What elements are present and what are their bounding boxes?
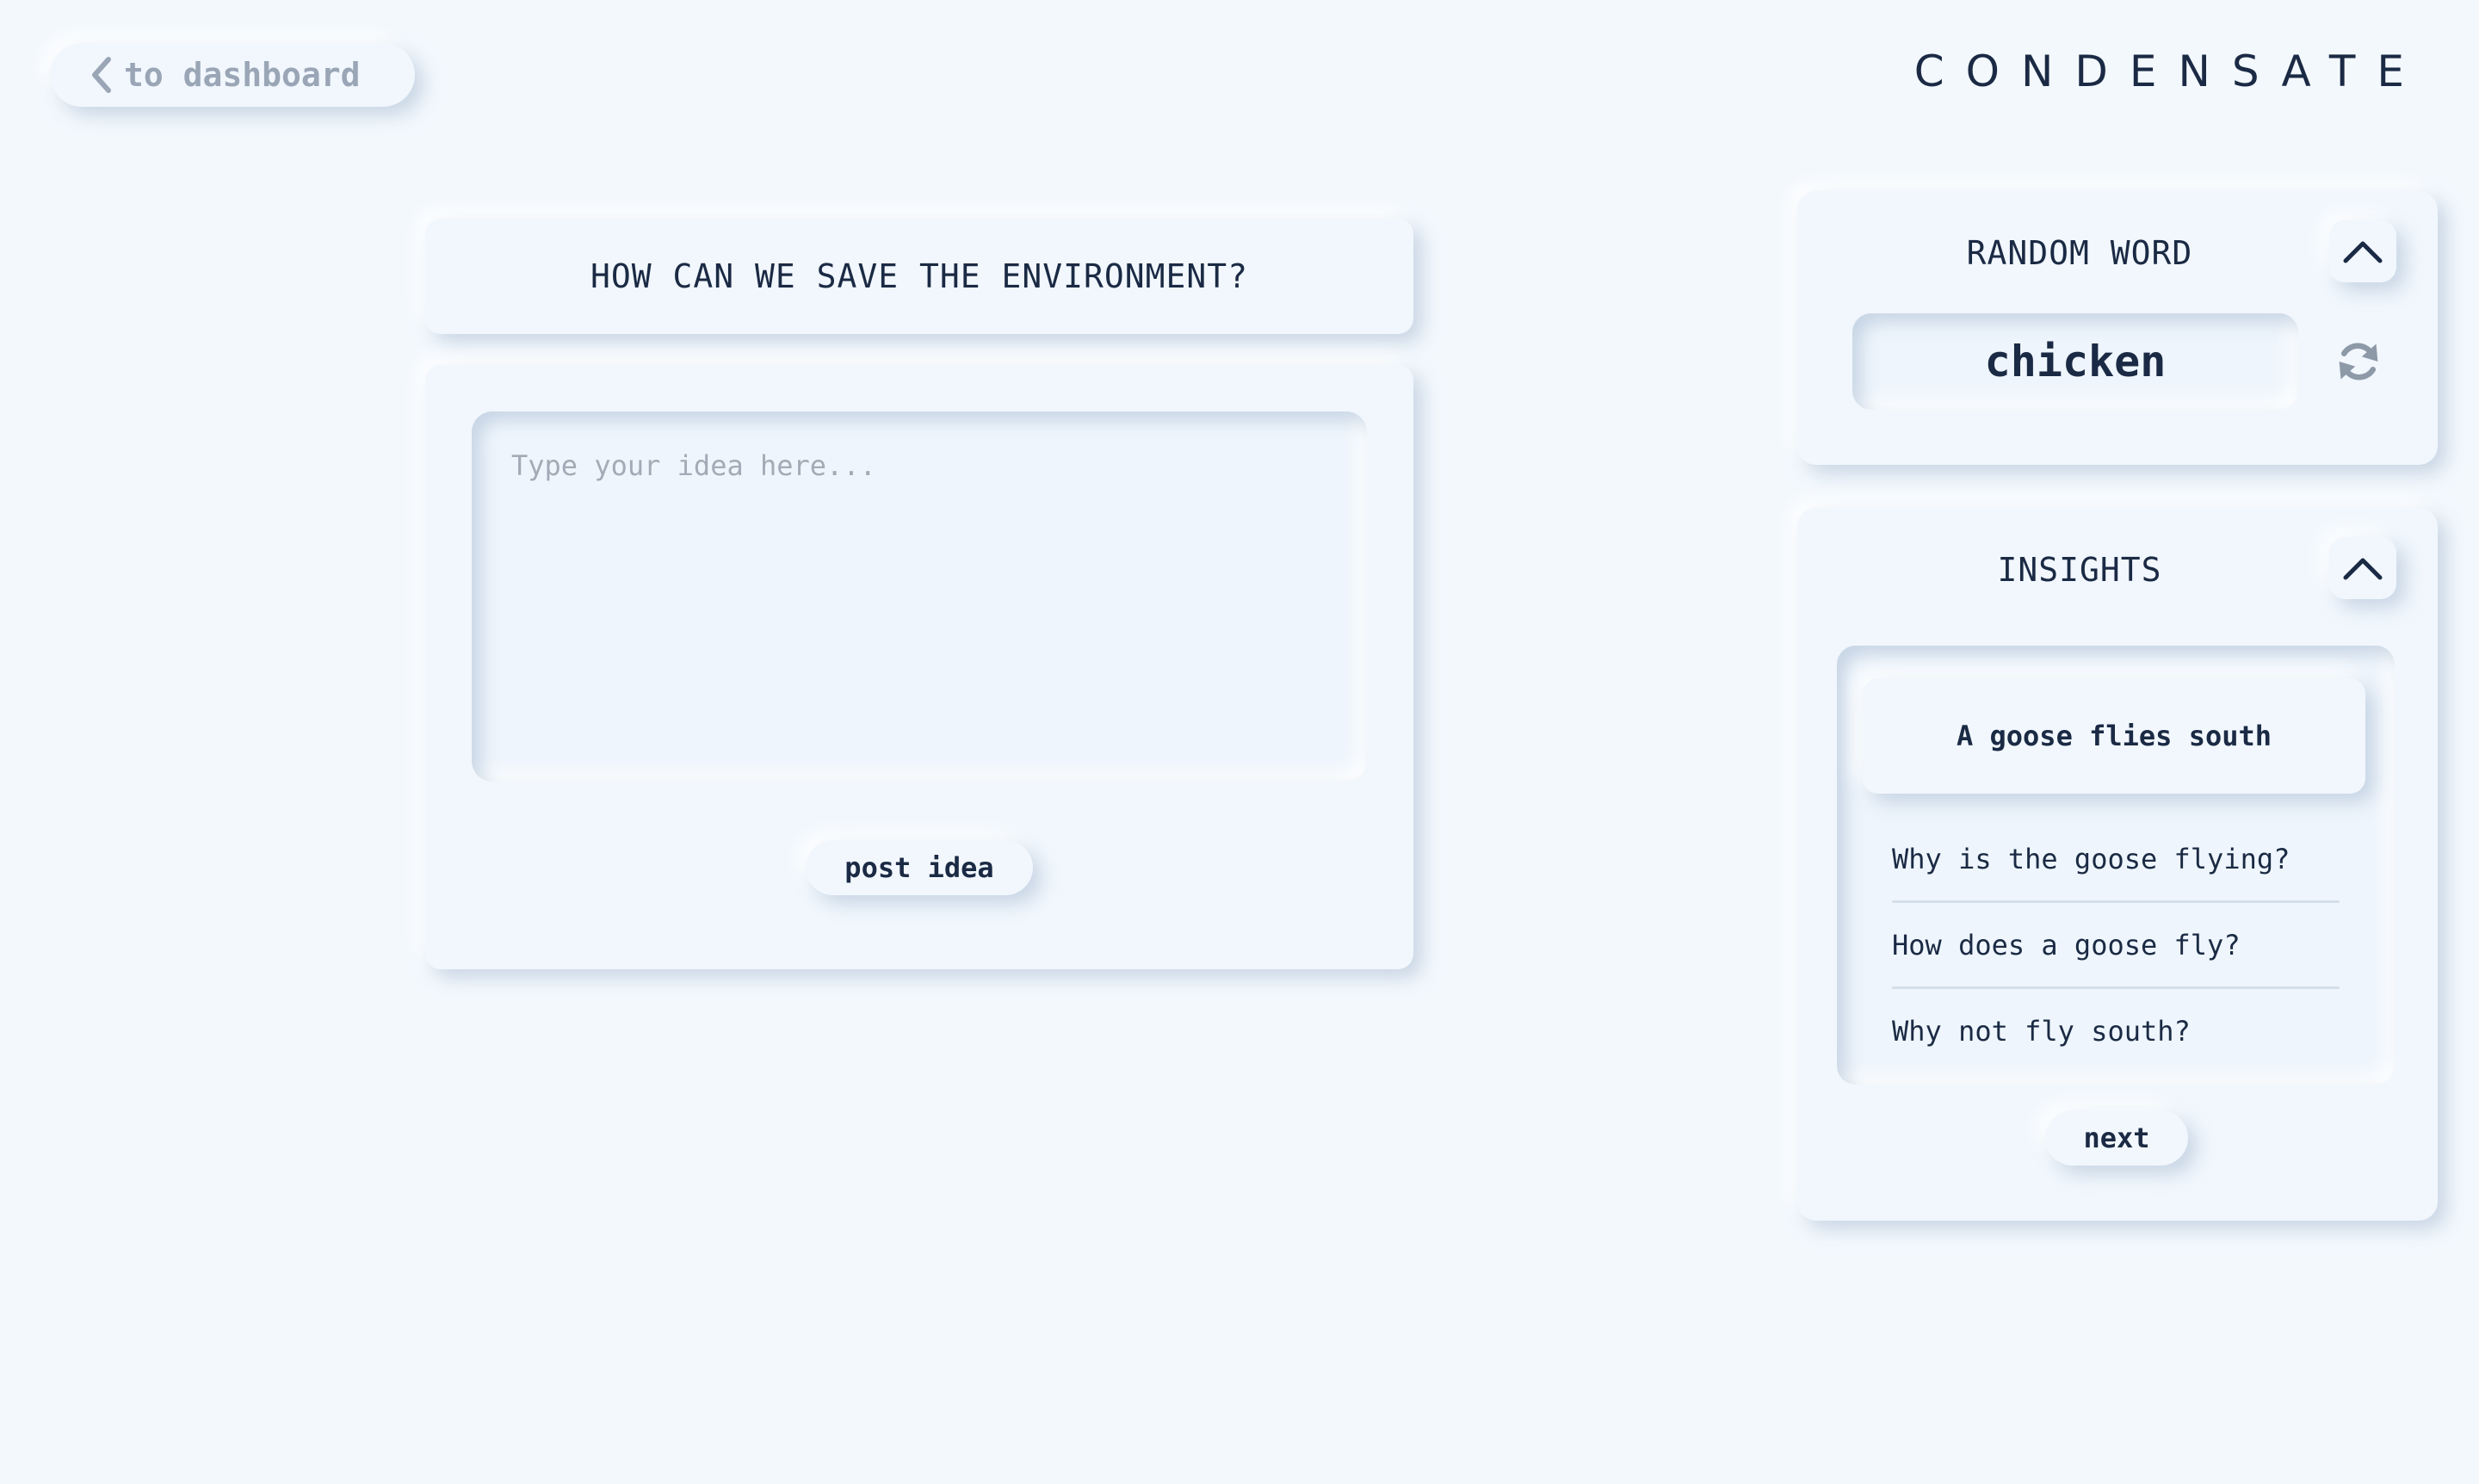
random-word-panel: RANDOM WORD chicken (1797, 191, 2438, 465)
idea-input[interactable] (472, 411, 1367, 782)
prompt-question-card: HOW CAN WE SAVE THE ENVIRONMENT? (425, 219, 1413, 334)
chevron-left-icon (92, 57, 111, 93)
refresh-word-button[interactable] (2333, 336, 2384, 387)
insights-panel: INSIGHTS A goose flies south Why is the … (1797, 508, 2438, 1221)
next-button[interactable]: next (2045, 1110, 2188, 1166)
refresh-icon (2339, 343, 2378, 380)
post-idea-button[interactable]: post idea (806, 840, 1033, 895)
insight-item[interactable]: Why not fly south? (1892, 988, 2340, 1074)
back-label: to dashboard (124, 56, 361, 94)
chevron-up-icon (2343, 558, 2383, 580)
chevron-up-icon (2343, 241, 2383, 263)
random-word-value: chicken (1984, 337, 2167, 386)
random-word-collapse-button[interactable] (2329, 220, 2396, 282)
idea-entry-card: post idea (425, 365, 1413, 969)
insights-title: INSIGHTS (1997, 551, 2162, 589)
back-to-dashboard-button[interactable]: to dashboard (50, 43, 415, 107)
random-word-title: RANDOM WORD (1966, 234, 2193, 272)
random-word-display: chicken (1852, 313, 2298, 410)
insight-item[interactable]: Why is the goose flying? (1892, 816, 2340, 902)
insights-list: A goose flies south Why is the goose fly… (1837, 646, 2395, 1085)
insight-item[interactable]: How does a goose fly? (1892, 902, 2340, 988)
brand-logo: CONDENSATE (1913, 46, 2426, 96)
insight-heading: A goose flies south (1863, 678, 2365, 794)
prompt-question: HOW CAN WE SAVE THE ENVIRONMENT? (590, 257, 1249, 295)
insights-collapse-button[interactable] (2329, 537, 2396, 599)
